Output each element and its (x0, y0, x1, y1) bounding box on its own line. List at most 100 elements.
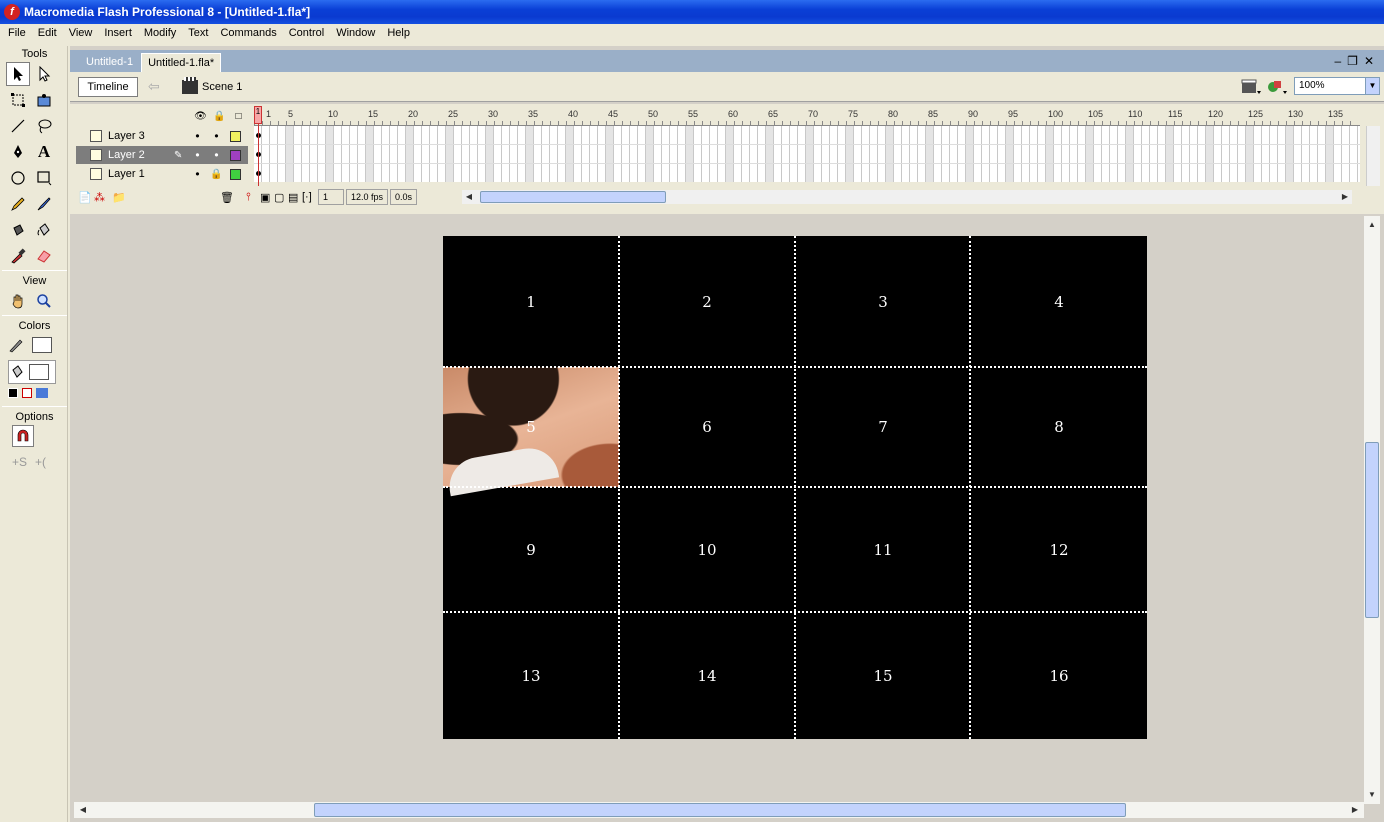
grid-cell-13[interactable]: 13 (443, 612, 619, 739)
grid-cell-9[interactable]: 9 (443, 487, 619, 612)
grid-cell-4[interactable]: 4 (971, 236, 1147, 367)
ink-bottle-icon[interactable] (6, 218, 30, 242)
free-transform-icon[interactable] (6, 88, 30, 112)
lock-dot[interactable]: • (207, 148, 226, 162)
menu-file[interactable]: File (2, 27, 32, 39)
black-white-icon[interactable] (8, 388, 18, 398)
menu-commands[interactable]: Commands (214, 27, 282, 39)
subselection-tool-icon[interactable] (32, 62, 56, 86)
line-tool-icon[interactable] (6, 114, 30, 138)
pencil-tool-icon[interactable] (6, 192, 30, 216)
frame-ruler[interactable]: 1 5 10 15 20 25 30 35 40 45 50 55 60 65 70 75 80 85 90 95 10… (254, 106, 1360, 126)
insert-layer-icon[interactable]: 📄 (78, 191, 94, 204)
playhead[interactable]: 1 (254, 106, 262, 124)
grid-cell-11[interactable]: 11 (795, 487, 971, 612)
menu-insert[interactable]: Insert (98, 27, 138, 39)
timeline-scroll-thumb[interactable] (480, 191, 666, 203)
outline-color-icon[interactable] (230, 149, 241, 161)
stroke-color-control[interactable] (8, 334, 67, 356)
lock-dot[interactable]: • (207, 129, 226, 143)
stage-vertical-scrollbar[interactable]: ▲ ▼ (1364, 216, 1380, 804)
grid-cell-7[interactable]: 7 (795, 367, 971, 487)
snap-magnet-icon[interactable] (12, 425, 34, 447)
visibility-dot[interactable]: • (188, 148, 207, 162)
menu-text[interactable]: Text (182, 27, 214, 39)
grid-cell-1[interactable]: 1 (443, 236, 619, 367)
show-hide-eye-icon[interactable]: 👁 (191, 111, 210, 122)
insert-folder-icon[interactable]: 📁 (112, 191, 128, 204)
timeline-button[interactable]: Timeline (78, 76, 138, 97)
brush-tool-icon[interactable] (32, 192, 56, 216)
stage-horizontal-scrollbar[interactable]: ◀ ▶ (74, 802, 1364, 818)
selection-tool-icon[interactable] (6, 62, 30, 86)
grid-cell-8[interactable]: 8 (971, 367, 1147, 487)
onion-outline-icon[interactable]: ▢ (274, 191, 288, 204)
fill-color-control[interactable] (8, 360, 56, 384)
eyedropper-icon[interactable] (6, 244, 30, 268)
hand-tool-icon[interactable] (6, 289, 30, 313)
rectangle-tool-icon[interactable] (32, 166, 56, 190)
grid-cell-5[interactable]: 5 (443, 367, 619, 487)
stroke-color-swatch[interactable] (32, 337, 52, 353)
text-tool-icon[interactable]: A (32, 140, 56, 164)
grid-cell-3[interactable]: 3 (795, 236, 971, 367)
menu-view[interactable]: View (63, 27, 99, 39)
onion-skin-icon[interactable]: ▣ (260, 191, 274, 204)
close-icon[interactable]: ✕ (1364, 54, 1380, 68)
grid-cell-15[interactable]: 15 (795, 612, 971, 739)
lasso-tool-icon[interactable] (32, 114, 56, 138)
doc-tab-untitled-1[interactable]: Untitled-1 (80, 53, 139, 72)
layer-row-2[interactable]: Layer 2 ✎ • • (76, 146, 248, 164)
stage[interactable]: 1 2 3 4 5 6 7 8 9 10 11 12 13 14 15 16 (443, 236, 1147, 739)
edit-multiple-frames-icon[interactable]: ▤ (288, 191, 302, 204)
modify-markers-icon[interactable]: [·] (302, 191, 318, 203)
zoom-tool-icon[interactable] (32, 289, 56, 313)
edit-symbols-icon[interactable] (1266, 78, 1288, 96)
grid-cell-14[interactable]: 14 (619, 612, 795, 739)
eraser-icon[interactable] (32, 244, 56, 268)
layer-row-1[interactable]: Layer 1 • 🔒 (76, 165, 248, 183)
edit-scene-icon[interactable] (1240, 78, 1262, 96)
visibility-dot[interactable]: • (188, 167, 207, 181)
paint-bucket-icon[interactable] (32, 218, 56, 242)
swap-colors-icon[interactable] (36, 388, 48, 398)
minimize-icon[interactable]: – (1334, 54, 1347, 68)
grid-cell-6[interactable]: 6 (619, 367, 795, 487)
timeline-vertical-scrollbar[interactable] (1366, 126, 1380, 186)
grid-cell-12[interactable]: 12 (971, 487, 1147, 612)
delete-layer-icon[interactable]: 🗑 (220, 191, 236, 204)
fill-color-swatch[interactable] (29, 364, 49, 380)
outline-color-icon[interactable] (230, 168, 241, 180)
frame-rate-field[interactable]: 12.0 fps (346, 189, 389, 205)
visibility-dot[interactable]: • (188, 129, 207, 143)
menu-help[interactable]: Help (381, 27, 416, 39)
doc-tab-untitled-1-fla[interactable]: Untitled-1.fla* (141, 53, 222, 72)
stage-vertical-thumb[interactable] (1365, 442, 1379, 618)
zoom-select[interactable]: 100% ▼ (1294, 77, 1380, 95)
no-color-icon[interactable] (22, 388, 32, 398)
fill-transform-icon[interactable] (32, 88, 56, 112)
grid-cell-16[interactable]: 16 (971, 612, 1147, 739)
ruler-label: 1 (266, 109, 272, 119)
back-arrow-icon[interactable]: ⇦ (148, 78, 164, 95)
frame-grid[interactable] (254, 126, 1360, 182)
zoom-dropdown-icon[interactable]: ▼ (1365, 78, 1379, 94)
center-frame-icon[interactable]: ⫯ (246, 191, 260, 204)
timeline-horizontal-scrollbar[interactable]: ◀ ▶ (462, 190, 1352, 204)
lock-all-icon[interactable]: 🔒 (210, 111, 229, 122)
menu-window[interactable]: Window (330, 27, 381, 39)
pen-tool-icon[interactable] (6, 140, 30, 164)
lock-icon[interactable]: 🔒 (207, 169, 226, 180)
restore-icon[interactable]: ❐ (1347, 54, 1364, 68)
add-motion-guide-icon[interactable]: ⁂ (94, 191, 112, 204)
menu-modify[interactable]: Modify (138, 27, 182, 39)
menu-edit[interactable]: Edit (32, 27, 63, 39)
menu-control[interactable]: Control (283, 27, 330, 39)
oval-tool-icon[interactable] (6, 166, 30, 190)
outline-color-icon[interactable] (230, 130, 241, 142)
layer-row-3[interactable]: Layer 3 • • (76, 127, 248, 145)
grid-cell-2[interactable]: 2 (619, 236, 795, 367)
outline-all-icon[interactable]: □ (229, 111, 248, 122)
stage-horizontal-thumb[interactable] (314, 803, 1126, 817)
grid-cell-10[interactable]: 10 (619, 487, 795, 612)
